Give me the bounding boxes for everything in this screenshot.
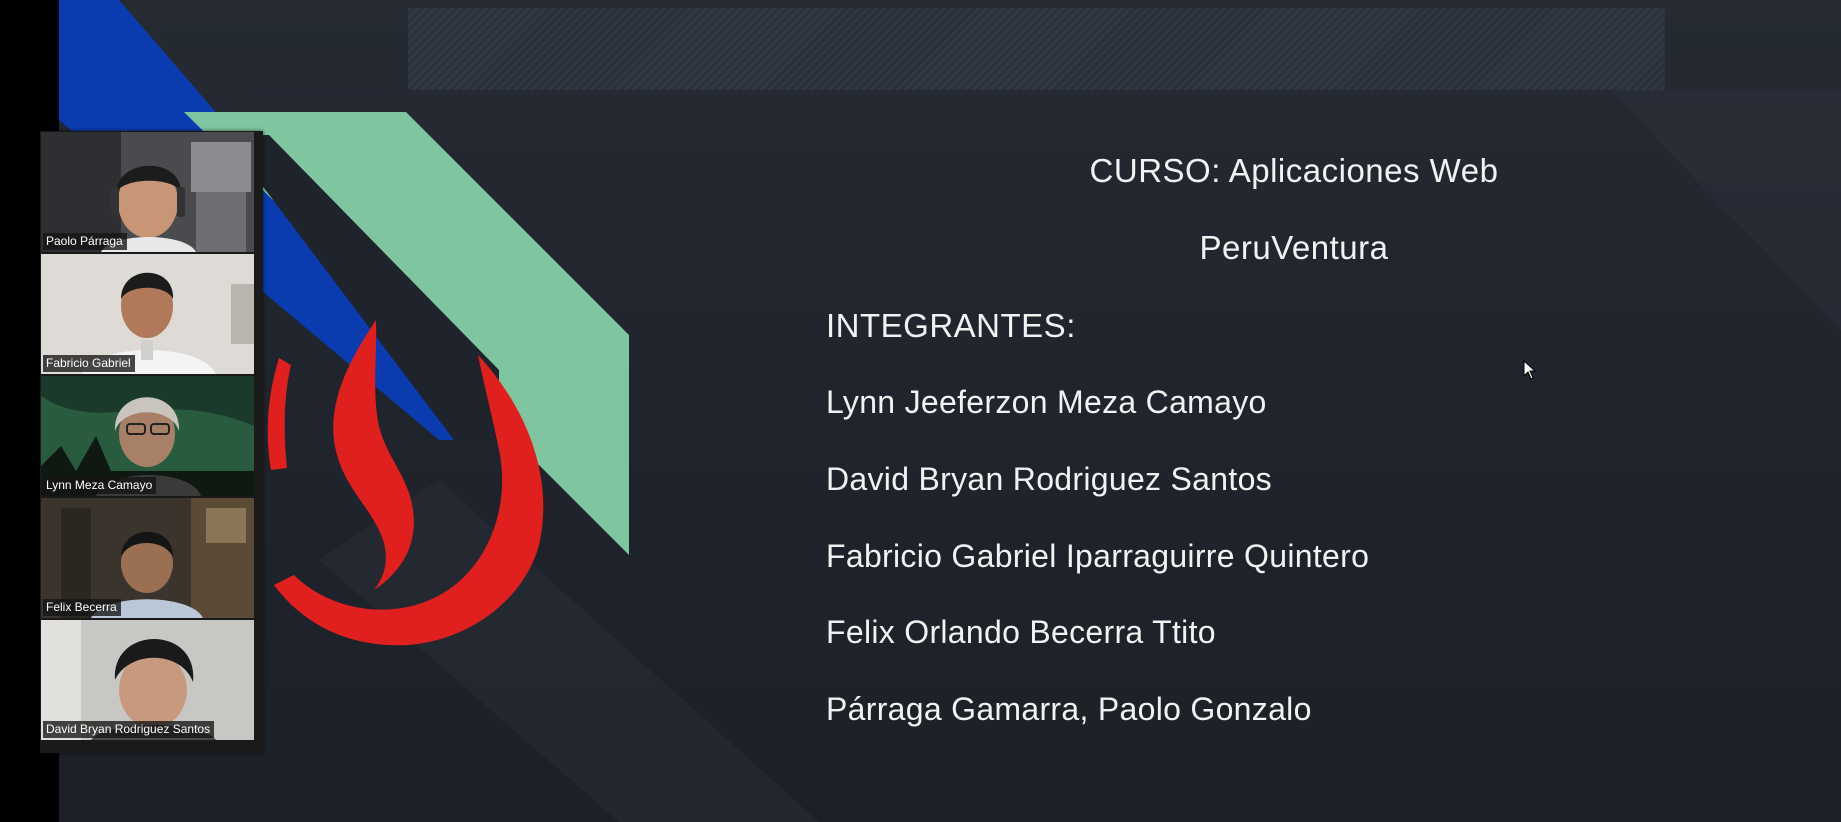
mouse-pointer-icon	[1523, 360, 1537, 380]
participant-tile[interactable]: Felix Becerra	[41, 498, 254, 618]
participant-name-label: Paolo Párraga	[43, 233, 127, 250]
member-item: Felix Orlando Becerra Ttito	[826, 614, 1216, 650]
participant-tile[interactable]: Lynn Meza Camayo	[41, 376, 254, 496]
header-pattern-bar	[408, 8, 1665, 90]
participant-name-label: David Bryan Rodriguez Santos	[43, 721, 215, 738]
video-gallery[interactable]: Paolo Párraga Fabricio Gabriel Lynn Meza…	[40, 131, 263, 753]
project-name: PeruVentura	[1199, 229, 1389, 266]
participant-tile[interactable]: David Bryan Rodriguez Santos	[41, 620, 254, 740]
participant-name-label: Fabricio Gabriel	[43, 355, 135, 372]
participant-tile[interactable]: Fabricio Gabriel	[41, 254, 254, 374]
member-item: Fabricio Gabriel Iparraguirre Quintero	[826, 538, 1370, 574]
participant-tile[interactable]: Paolo Párraga	[41, 132, 254, 252]
member-item: Lynn Jeeferzon Meza Camayo	[826, 384, 1267, 420]
member-item: Párraga Gamarra, Paolo Gonzalo	[826, 691, 1312, 727]
course-title: CURSO: Aplicaciones Web	[1089, 152, 1499, 189]
member-item: David Bryan Rodriguez Santos	[826, 461, 1272, 497]
participant-name-label: Lynn Meza Camayo	[43, 477, 157, 494]
presentation-slide: CURSO: Aplicaciones Web PeruVentura INTE…	[59, 0, 1841, 822]
participant-name-label: Felix Becerra	[43, 599, 121, 616]
members-heading: INTEGRANTES:	[826, 307, 1076, 344]
